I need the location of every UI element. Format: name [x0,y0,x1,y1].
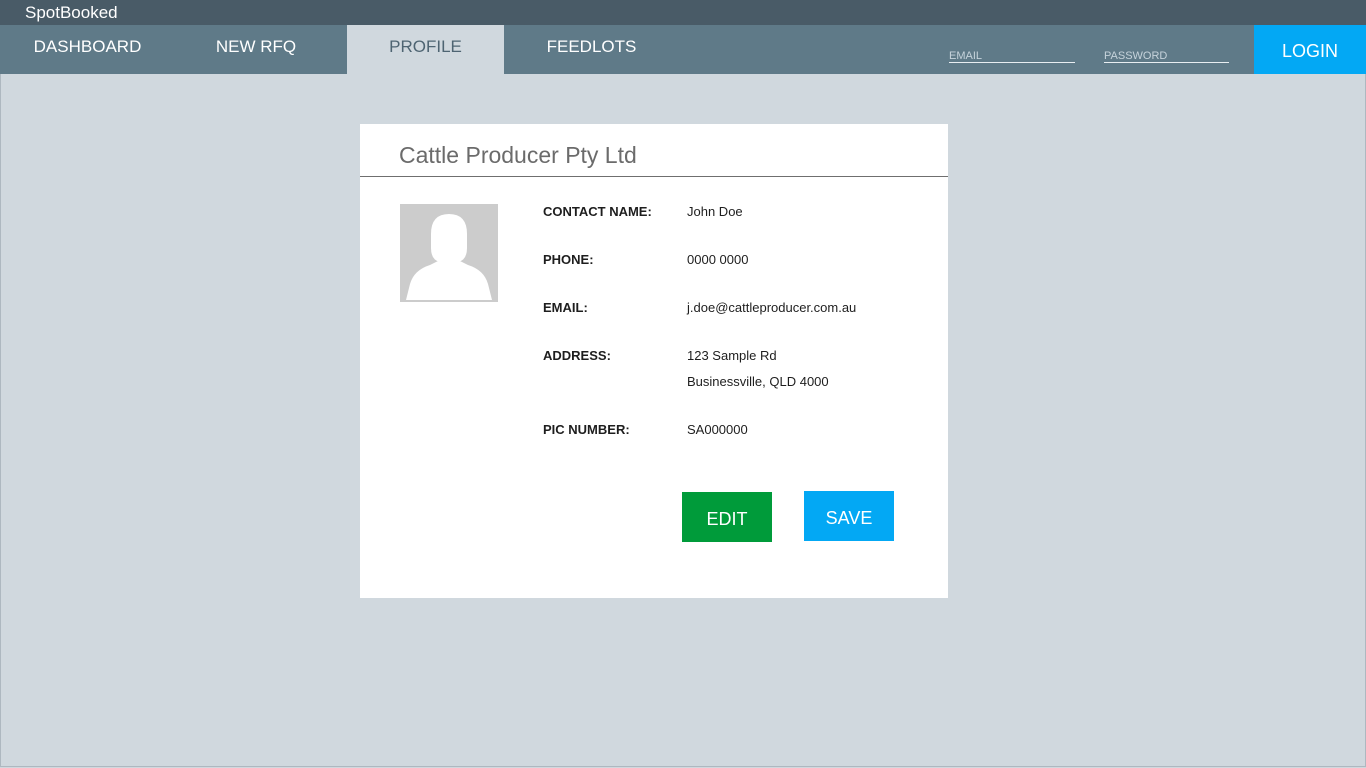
pic-number-value: SA000000 [687,422,748,437]
pic-number-label: PIC NUMBER: [543,422,630,437]
email-field[interactable] [949,48,1075,64]
email-field-wrapper [949,46,1075,64]
password-field-wrapper [1104,46,1229,64]
edit-button[interactable]: EDIT [682,492,772,542]
avatar [400,204,498,302]
phone-value: 0000 0000 [687,252,749,267]
address-line-1: 123 Sample Rd [687,348,777,363]
user-silhouette-icon [406,214,492,300]
login-button[interactable]: LOGIN [1254,25,1366,74]
phone-label: PHONE: [543,252,594,267]
email-label: EMAIL: [543,300,588,315]
nav-bar: DASHBOARD NEW RFQ PROFILE FEEDLOTS LOGIN [0,25,1366,74]
contact-name-label: CONTACT NAME: [543,204,652,219]
card-divider [360,176,948,177]
tab-profile[interactable]: PROFILE [347,25,504,74]
contact-name-value: John Doe [687,204,743,219]
password-field[interactable] [1104,48,1229,64]
tab-dashboard[interactable]: DASHBOARD [0,25,175,74]
company-name: Cattle Producer Pty Ltd [399,142,637,168]
email-value: j.doe@cattleproducer.com.au [687,300,857,315]
save-button[interactable]: SAVE [804,491,894,541]
title-bar: SpotBooked [0,0,1366,25]
tab-feedlots[interactable]: FEEDLOTS [514,25,669,74]
tab-new-rfq[interactable]: NEW RFQ [175,25,337,74]
app-title: SpotBooked [25,3,118,22]
profile-card: Cattle Producer Pty Ltd CONTACT NAME: Jo… [360,124,948,598]
address-line-2: Businessville, QLD 4000 [687,374,829,389]
address-label: ADDRESS: [543,348,611,363]
